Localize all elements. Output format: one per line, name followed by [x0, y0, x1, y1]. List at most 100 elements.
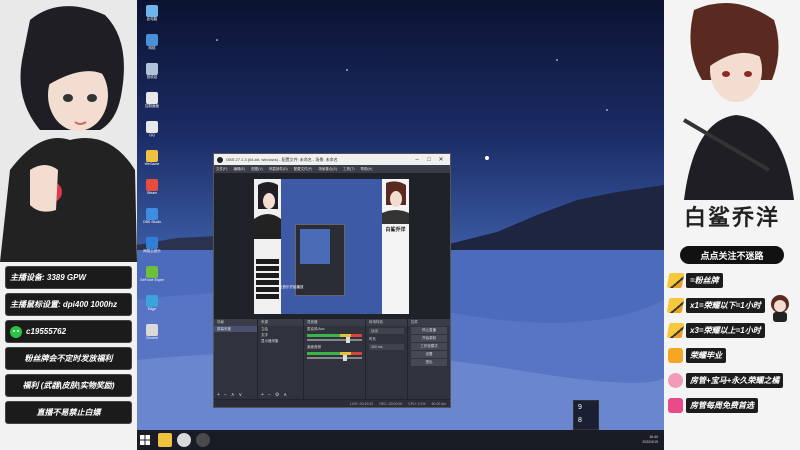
add-icon[interactable]: + — [217, 392, 220, 398]
up-icon[interactable]: ∧ — [283, 392, 287, 398]
widget-bottom-number: 8 — [578, 417, 582, 424]
studio-mode-button[interactable]: 工作室模式 — [411, 343, 447, 350]
menu-file[interactable]: 文件(F) — [216, 167, 227, 172]
obs-menu-bar: 文件(F) 编辑(E) 视图(V) 停靠部件(D) 配置文件(P) 场景集合(S… — [214, 165, 450, 173]
system-tray-clock[interactable]: 16:40 2022/4/19 — [642, 435, 664, 445]
obs-title-bar[interactable]: OBS 27.1.3 (64-bit, windows) - 配置文件: 未命名… — [214, 154, 450, 165]
obs-logo-icon — [217, 156, 223, 163]
transitions-header: 转场特效 — [366, 319, 407, 326]
obs-status-bar: LIVE: 00:15:32 REC: 00:00:00 CPU: 3.2% 6… — [214, 399, 450, 407]
mixer-dock: 混音器 麦克风/Aux 桌面音频 — [304, 319, 366, 399]
minimize-icon[interactable]: – — [411, 157, 423, 163]
desktop-icon[interactable]: 网易云音乐 — [140, 237, 164, 260]
source-item[interactable]: 显示器采集 — [258, 338, 303, 344]
chibi-character-icon — [771, 295, 789, 322]
spec-mouse-settings: 主播鼠标设置: dpi400 1000hz — [5, 293, 132, 316]
sources-header: 来源 — [258, 319, 303, 326]
follow-banner: 点点关注不迷路 — [680, 246, 784, 264]
desktop-icon[interactable]: OBS Studio — [140, 208, 164, 231]
scene-item[interactable]: 屏幕采集 — [214, 326, 257, 332]
desktop-icon[interactable]: Chrome — [140, 324, 164, 347]
pencil-icon — [666, 297, 685, 313]
audio-meter — [307, 352, 362, 355]
mixer-channel-label: 麦克风/Aux — [307, 326, 325, 331]
menu-tools[interactable]: 工具(T) — [343, 167, 354, 172]
menu-profile[interactable]: 配置文件(P) — [294, 167, 313, 172]
desktop-icon[interactable]: 网络 — [140, 34, 164, 57]
cpu-usage: CPU: 3.2% — [408, 401, 426, 406]
right-overlay-panel: 白鲨乔洋 点点关注不迷路 =粉丝牌 x1=荣耀以下=1小时 x3=荣耀以上=1小… — [664, 0, 800, 450]
preview-nested-screen — [300, 229, 330, 264]
desktop-icon[interactable]: GeForce Experience — [140, 266, 164, 289]
remove-icon[interactable]: − — [268, 392, 271, 398]
desktop-icon[interactable]: 此电脑 — [140, 5, 164, 28]
streamer-spec-list: 主播设备: 3389 GPW 主播鼠标设置: dpi400 1000hz c19… — [5, 266, 132, 428]
add-icon[interactable]: + — [261, 392, 264, 398]
spec-rewards: 福利 (武器|皮肤|实物奖励) — [5, 374, 132, 397]
up-icon[interactable]: ∧ — [231, 392, 235, 398]
volume-slider[interactable] — [307, 355, 362, 361]
obs-icon[interactable] — [196, 433, 210, 447]
gear-icon[interactable]: ⚙ — [275, 392, 279, 398]
preview-caption: 让音乐开始播放 — [279, 285, 304, 289]
spec-support-note: 直播不易禁止白嫖 — [5, 401, 132, 424]
wechat-icon — [10, 325, 22, 338]
remove-icon[interactable]: − — [224, 392, 227, 398]
close-icon[interactable]: ✕ — [435, 156, 447, 163]
maximize-icon[interactable]: □ — [423, 157, 435, 163]
preview-left-overlay — [254, 179, 281, 314]
duration-input[interactable]: 300 ms — [369, 344, 404, 350]
windows-desktop: 此电脑 网络 回收站 控制面板 QQ WeGame Steam OBS Stud… — [137, 0, 664, 450]
stop-streaming-button[interactable]: 停止直播 — [411, 327, 447, 334]
spec-wechat-id: c19555762 — [5, 320, 132, 343]
start-recording-button[interactable]: 开始录制 — [411, 335, 447, 342]
menu-help[interactable]: 帮助(H) — [361, 167, 373, 172]
scenes-dock: 场景 屏幕采集 + − ∧ ∨ — [214, 319, 258, 399]
live-time: LIVE: 00:15:32 — [350, 401, 374, 406]
mixer-header: 混音器 — [304, 319, 365, 326]
preview-spec-rows — [256, 259, 279, 301]
left-overlay-panel: 主播设备: 3389 GPW 主播鼠标设置: dpi400 1000hz c19… — [0, 0, 137, 450]
benefit-item: 荣耀毕业 — [668, 343, 798, 367]
sources-toolbar: + − ⚙ ∧ — [258, 391, 303, 399]
controls-dock: 控件 停止直播 开始录制 工作室模式 设置 退出 — [408, 319, 450, 399]
transition-type-select[interactable]: 淡出 — [369, 328, 404, 334]
obs-preview-area[interactable]: 让音乐开始播放 白鲨乔洋 — [214, 173, 450, 319]
windows-start-icon[interactable] — [137, 430, 153, 450]
crown-icon — [668, 347, 683, 363]
pencil-icon — [666, 272, 685, 288]
benefit-item: =粉丝牌 — [666, 268, 798, 292]
fan-benefit-list: =粉丝牌 x1=荣耀以下=1小时 x3=荣耀以上=1小时 荣耀毕业 房管+宝马+… — [666, 268, 798, 418]
desktop-icon[interactable]: Steam — [140, 179, 164, 202]
volume-slider[interactable] — [307, 337, 362, 343]
preview-canvas[interactable]: 让音乐开始播放 白鲨乔洋 — [254, 179, 409, 314]
benefit-item: 房管+宝马+永久荣耀之橘 — [668, 368, 798, 392]
spec-streamer-device: 主播设备: 3389 GPW — [5, 266, 132, 289]
mixer-channel-label: 桌面音频 — [307, 344, 321, 349]
fps-readout: 60.00 fps — [431, 401, 446, 406]
file-explorer-icon[interactable] — [158, 433, 172, 447]
desktop-icon[interactable]: WeGame — [140, 150, 164, 173]
brand-title: 白鲨乔洋 — [683, 205, 780, 231]
pig-icon — [668, 372, 683, 388]
obs-window[interactable]: OBS 27.1.3 (64-bit, windows) - 配置文件: 未命名… — [213, 153, 451, 408]
down-icon[interactable]: ∨ — [239, 392, 243, 398]
desktop-icon[interactable]: QQ — [140, 121, 164, 144]
mini-counter-widget[interactable]: 9 8 — [573, 400, 599, 430]
anime-character-illustration — [0, 0, 137, 262]
transitions-dock: 转场特效 淡出 时长 300 ms — [366, 319, 408, 399]
benefit-item: 房管每周免费首选 — [668, 393, 798, 417]
sources-dock: 来源 立绘 文字 显示器采集 + − ⚙ ∧ — [258, 319, 304, 399]
taskbar: 16:40 2022/4/19 — [137, 430, 664, 450]
menu-docks[interactable]: 停靠部件(D) — [269, 167, 288, 172]
menu-scene-collection[interactable]: 场景集合(S) — [318, 167, 337, 172]
exit-button[interactable]: 退出 — [411, 359, 447, 366]
menu-edit[interactable]: 编辑(E) — [233, 167, 245, 172]
desktop-icon[interactable]: 控制面板 — [140, 92, 164, 115]
desktop-icon[interactable]: 回收站 — [140, 63, 164, 86]
chrome-icon[interactable] — [177, 433, 191, 447]
clock-date: 2022/4/19 — [642, 440, 658, 444]
settings-button[interactable]: 设置 — [411, 351, 447, 358]
menu-view[interactable]: 视图(V) — [251, 167, 263, 172]
desktop-icon[interactable]: Edge — [140, 295, 164, 318]
